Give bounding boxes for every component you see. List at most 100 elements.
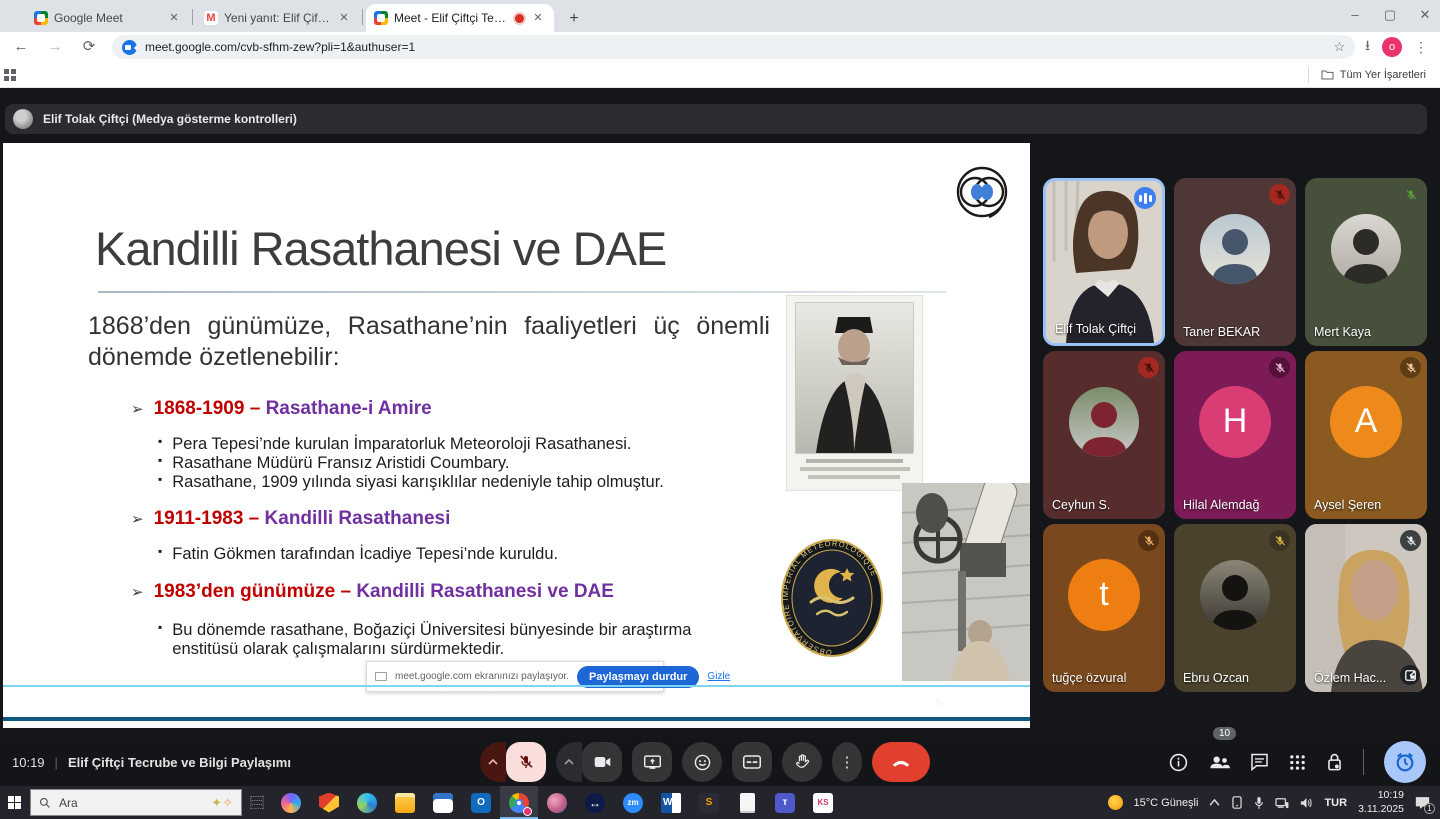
- word-taskbar-icon[interactable]: W: [652, 786, 690, 819]
- all-bookmarks-label: Tüm Yer İşaretleri: [1340, 69, 1426, 81]
- divider: [362, 9, 363, 25]
- reactions-button[interactable]: [682, 742, 722, 782]
- taskbar-search-input[interactable]: Ara ✦✧: [30, 789, 242, 816]
- start-button[interactable]: [0, 786, 30, 819]
- meeting-details-icon[interactable]: [1169, 753, 1188, 772]
- present-screen-button[interactable]: [632, 742, 672, 782]
- participant-tile[interactable]: ttuğçe özvural: [1043, 524, 1165, 692]
- participant-tile[interactable]: Ebru Ozcan: [1174, 524, 1296, 692]
- participant-name: Taner BEKAR: [1183, 325, 1260, 339]
- leave-call-button[interactable]: [872, 742, 930, 782]
- bullet-text: Pera Tepesi’nde kurulan İmparatorluk Met…: [172, 435, 631, 454]
- zoom-icon: zm: [623, 793, 643, 813]
- participant-tile[interactable]: Mert Kaya: [1305, 178, 1427, 346]
- browser-tab[interactable]: Yeni yanıt: Elif Çiftçi Tecrube ve✕: [196, 4, 360, 32]
- slide-bullet: Pera Tepesi’nde kurulan İmparatorluk Met…: [158, 435, 758, 454]
- copilot-sparkle-icon: ✦✧: [211, 795, 233, 811]
- participant-tile[interactable]: Özlem Hac...: [1305, 524, 1427, 692]
- profile-avatar[interactable]: o: [1382, 37, 1402, 57]
- meet-favicon: [34, 11, 48, 25]
- section-name: Rasathane-i Amire: [266, 398, 432, 419]
- mic-off-icon: [1269, 357, 1290, 378]
- tray-chevron-icon[interactable]: [1209, 799, 1220, 806]
- hide-share-bar-link[interactable]: Gizle: [707, 671, 730, 682]
- participant-tile[interactable]: Elif Tolak Çiftçi: [1043, 178, 1165, 346]
- url-bar[interactable]: meet.google.com/cvb-sfhm-zew?pli=1&authu…: [112, 35, 1355, 59]
- timer-extension-icon[interactable]: [1384, 741, 1426, 783]
- more-options-button[interactable]: ⋮: [832, 742, 862, 782]
- kandilli-observatory-logo: [953, 163, 1015, 225]
- chrome-taskbar-icon[interactable]: [500, 786, 538, 819]
- chat-icon[interactable]: [1250, 753, 1269, 771]
- window-close-button[interactable]: ✕: [1408, 2, 1440, 28]
- tray-mic-icon[interactable]: [1254, 796, 1264, 810]
- mic-off-icon: [1138, 357, 1159, 378]
- back-icon[interactable]: ←: [8, 34, 34, 60]
- weather-text[interactable]: 15°C Güneşli: [1134, 797, 1199, 809]
- task-view-icon[interactable]: ⿳: [242, 793, 272, 813]
- telescope-photo: [902, 483, 1030, 681]
- host-controls-lock-icon[interactable]: [1326, 753, 1343, 772]
- slide-bullet: Bu dönemde rasathane, Boğaziçi Üniversit…: [158, 621, 758, 659]
- participant-name: Aysel Şeren: [1314, 498, 1381, 512]
- all-bookmarks-button[interactable]: Tüm Yer İşaretleri: [1308, 67, 1440, 83]
- window-maximize-button[interactable]: ▢: [1373, 2, 1407, 28]
- apps-shortcut-icon[interactable]: [4, 69, 16, 81]
- network-icon[interactable]: [1275, 797, 1289, 809]
- copilot-taskbar-icon[interactable]: [272, 786, 310, 819]
- camera-button[interactable]: [582, 742, 622, 782]
- ks-app-taskbar-icon[interactable]: KS: [804, 786, 842, 819]
- browser-tab[interactable]: Meet - Elif Çiftçi Tecrube ve✕: [366, 4, 554, 32]
- raise-hand-button[interactable]: [782, 742, 822, 782]
- window-minimize-button[interactable]: –: [1338, 2, 1372, 28]
- meet-favicon: [374, 11, 388, 25]
- language-indicator[interactable]: TUR: [1324, 797, 1347, 809]
- security-taskbar-icon[interactable]: [310, 786, 348, 819]
- bookmark-star-icon[interactable]: ☆: [1333, 39, 1345, 55]
- weather-icon[interactable]: [1108, 795, 1123, 810]
- calendar-taskbar-icon[interactable]: [424, 786, 462, 819]
- participant-tile[interactable]: AAysel Şeren: [1305, 351, 1427, 519]
- participant-tile[interactable]: Taner BEKAR: [1174, 178, 1296, 346]
- browser-menu-icon[interactable]: ⋮: [1414, 39, 1428, 56]
- tray-clock[interactable]: 10:19 3.11.2025: [1358, 789, 1404, 815]
- download-icon[interactable]: ⭳: [1365, 35, 1370, 59]
- section-period: 1983’den günümüze –: [154, 581, 357, 602]
- gmail-favicon: [204, 11, 218, 25]
- participants-icon[interactable]: [1208, 753, 1230, 771]
- divider: [192, 9, 193, 25]
- sublime-taskbar-icon[interactable]: S: [690, 786, 728, 819]
- volume-icon[interactable]: [1300, 797, 1313, 809]
- picture-in-picture-icon[interactable]: [1400, 665, 1420, 685]
- bullet-text: Rasathane, 1909 yılında siyasi karışıklı…: [172, 473, 664, 492]
- participant-photo-avatar: [1069, 387, 1139, 457]
- teamviewer-taskbar-icon[interactable]: ↔: [576, 786, 614, 819]
- edge-taskbar-icon[interactable]: [348, 786, 386, 819]
- browser-tab[interactable]: Google Meet✕: [26, 4, 190, 32]
- zoom-taskbar-icon[interactable]: zm: [614, 786, 652, 819]
- audio-app-taskbar-icon[interactable]: [538, 786, 576, 819]
- teams-taskbar-icon[interactable]: ᴛ: [766, 786, 804, 819]
- outlook-taskbar-icon[interactable]: O: [462, 786, 500, 819]
- copilot-icon: [281, 793, 301, 813]
- forward-icon[interactable]: →: [42, 34, 68, 60]
- captions-button[interactable]: [732, 742, 772, 782]
- new-tab-button[interactable]: +: [562, 7, 586, 31]
- file-explorer-taskbar-icon[interactable]: [386, 786, 424, 819]
- notepad-taskbar-icon[interactable]: [728, 786, 766, 819]
- audio-app-icon: [547, 793, 567, 813]
- outlook-icon: O: [471, 793, 491, 813]
- reload-icon[interactable]: ⟳: [76, 34, 102, 60]
- camera-options-chevron[interactable]: [556, 742, 582, 782]
- tab-close-icon[interactable]: ✕: [530, 10, 546, 26]
- tab-close-icon[interactable]: ✕: [336, 10, 352, 26]
- participant-tile[interactable]: Ceyhun S.: [1043, 351, 1165, 519]
- tab-close-icon[interactable]: ✕: [166, 10, 182, 26]
- folder-icon: [1321, 69, 1334, 80]
- mic-mute-button[interactable]: [506, 742, 546, 782]
- notification-center-icon[interactable]: 1: [1415, 796, 1430, 810]
- phone-link-icon[interactable]: [1231, 796, 1243, 809]
- activities-grid-icon[interactable]: [1289, 754, 1306, 771]
- mic-options-chevron[interactable]: [480, 742, 506, 782]
- participant-tile[interactable]: HHilal Alemdağ: [1174, 351, 1296, 519]
